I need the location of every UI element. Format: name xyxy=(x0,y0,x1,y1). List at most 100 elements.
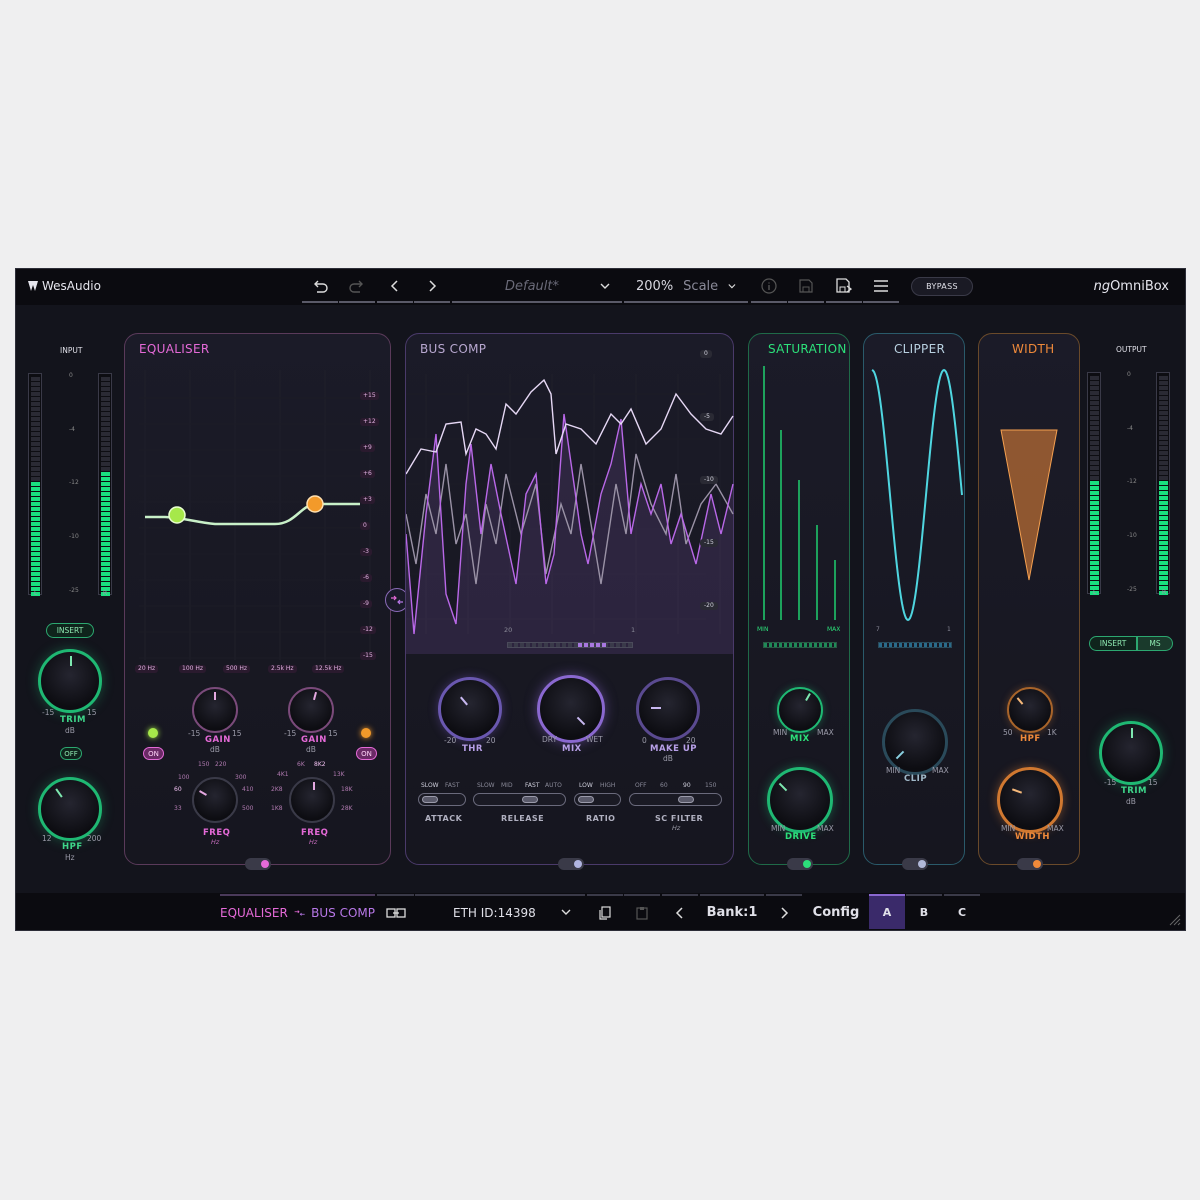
slot-a-button[interactable]: A xyxy=(869,894,905,929)
preset-selector[interactable]: Default* xyxy=(452,271,622,303)
clipper-enable-toggle[interactable] xyxy=(902,858,928,870)
bypass-button[interactable]: BYPASS xyxy=(911,277,973,296)
threshold-knob[interactable] xyxy=(438,677,502,741)
band2-gain-knob[interactable] xyxy=(288,687,334,733)
menu-button[interactable] xyxy=(863,271,899,303)
meter-segment xyxy=(31,482,40,486)
output-insert-button[interactable]: INSERT xyxy=(1089,636,1137,651)
sat-mix-knob[interactable] xyxy=(777,687,823,733)
save-button[interactable] xyxy=(788,271,824,303)
zoom-selector[interactable]: 200% Scale xyxy=(624,271,748,303)
eq-db-label: +3 xyxy=(360,496,375,504)
meter-segment xyxy=(1090,486,1099,490)
eq-freq-label: 100 Hz xyxy=(179,665,207,673)
comp-mix-knob[interactable] xyxy=(537,675,605,743)
bus-comp-enable-toggle[interactable] xyxy=(558,858,584,870)
meter-segment xyxy=(1159,436,1168,440)
band1-freq-mark: 150 xyxy=(198,761,210,768)
meter-segment xyxy=(1159,391,1168,395)
band2-node[interactable] xyxy=(306,495,324,513)
link-icon xyxy=(385,907,406,918)
input-insert-button[interactable]: INSERT xyxy=(46,623,94,638)
plugin-window: WesAudio Default* 200% Scale BYPASS ngOmn… xyxy=(15,268,1186,931)
meter-segment xyxy=(1090,436,1099,440)
meter-segment xyxy=(101,547,110,551)
saturation-enable-toggle[interactable] xyxy=(787,858,813,870)
meter-segment xyxy=(1090,541,1099,545)
sc-filter-slider[interactable] xyxy=(629,793,722,806)
copy-icon xyxy=(599,905,611,920)
next-preset-button[interactable] xyxy=(414,271,450,303)
meter-segment xyxy=(31,477,40,481)
meter-segment xyxy=(1090,426,1099,430)
width-enable-toggle[interactable] xyxy=(1017,858,1043,870)
release-slider[interactable] xyxy=(473,793,566,806)
output-ms-button[interactable]: MS xyxy=(1137,636,1173,651)
band1-node[interactable] xyxy=(168,506,186,524)
config-button[interactable]: Config xyxy=(804,894,868,929)
hpf-off-toggle[interactable]: OFF xyxy=(60,747,82,760)
paste-button[interactable] xyxy=(624,894,660,929)
attack-slider[interactable] xyxy=(418,793,466,806)
meter-segment xyxy=(1090,551,1099,555)
sc-opt-90: 90 xyxy=(683,782,691,789)
slot-b-button[interactable]: B xyxy=(906,894,942,929)
resize-grip-icon[interactable] xyxy=(1167,912,1181,926)
sc-opt-150: 150 xyxy=(705,782,717,789)
band2-on-button[interactable]: ON xyxy=(356,747,377,760)
redo-button[interactable] xyxy=(339,271,375,303)
meter-segment xyxy=(1159,576,1168,580)
thr-min: -20 xyxy=(444,736,457,745)
ratio-slider[interactable] xyxy=(574,793,621,806)
band1-on-button[interactable]: ON xyxy=(143,747,164,760)
equaliser-enable-toggle[interactable] xyxy=(245,858,271,870)
link-button[interactable] xyxy=(377,894,414,929)
clipper-waveform-graph xyxy=(871,368,963,622)
previous-bank-button[interactable] xyxy=(662,894,698,929)
slot-c-button[interactable]: C xyxy=(944,894,980,929)
band2-freq-mark: 8K2 xyxy=(314,761,326,768)
meter-scale-label: -10 xyxy=(1127,532,1137,539)
makeup-knob[interactable] xyxy=(636,677,700,741)
meter-segment xyxy=(101,497,110,501)
meter-segment xyxy=(101,432,110,436)
clipper-meter xyxy=(878,642,952,648)
band1-freq-knob[interactable] xyxy=(192,777,238,823)
band2-freq-knob[interactable] xyxy=(289,777,335,823)
meter-segment xyxy=(31,377,40,381)
eth-id-selector[interactable]: ETH ID:14398 xyxy=(415,894,585,929)
meter-segment xyxy=(1090,506,1099,510)
band2-gain-unit: dB xyxy=(306,745,316,754)
band1-gain-knob[interactable] xyxy=(192,687,238,733)
undo-button[interactable] xyxy=(302,271,338,303)
previous-preset-button[interactable] xyxy=(377,271,413,303)
input-hpf-knob[interactable] xyxy=(38,777,102,841)
meter-segment xyxy=(101,407,110,411)
routing-order-button[interactable]: EQUALISER BUS COMP xyxy=(220,894,375,929)
band1-gain-label: GAIN xyxy=(205,735,231,745)
meter-segment xyxy=(101,532,110,536)
copy-button[interactable] xyxy=(587,894,623,929)
band2-freq-mark: 6K xyxy=(297,761,305,768)
clip-min: MIN xyxy=(886,766,901,775)
meter-segment xyxy=(101,512,110,516)
meter-segment xyxy=(1159,446,1168,450)
save-as-button[interactable] xyxy=(826,271,862,303)
input-left-label: L xyxy=(34,590,38,597)
saturation-title: SATURATION xyxy=(768,342,847,356)
width-hpf-max: 1K xyxy=(1047,728,1057,737)
output-trim-knob[interactable] xyxy=(1099,721,1163,785)
gr-scale-label: 0 xyxy=(700,350,712,358)
clip-sine-wave xyxy=(871,368,963,622)
input-trim-knob[interactable] xyxy=(38,649,102,713)
band2-freq-mark: 28K xyxy=(341,805,353,812)
meter-scale-label: -25 xyxy=(69,587,79,594)
next-bank-button[interactable] xyxy=(766,894,802,929)
bottom-bar: EQUALISER BUS COMP ETH ID:14398 Bank:1 Co… xyxy=(16,893,1185,930)
meter-segment xyxy=(1159,496,1168,500)
meter-segment xyxy=(1090,451,1099,455)
width-hpf-knob[interactable] xyxy=(1007,687,1053,733)
meter-segment xyxy=(101,452,110,456)
band1-freq-mark: 60 xyxy=(174,786,182,793)
info-button[interactable] xyxy=(751,271,787,303)
